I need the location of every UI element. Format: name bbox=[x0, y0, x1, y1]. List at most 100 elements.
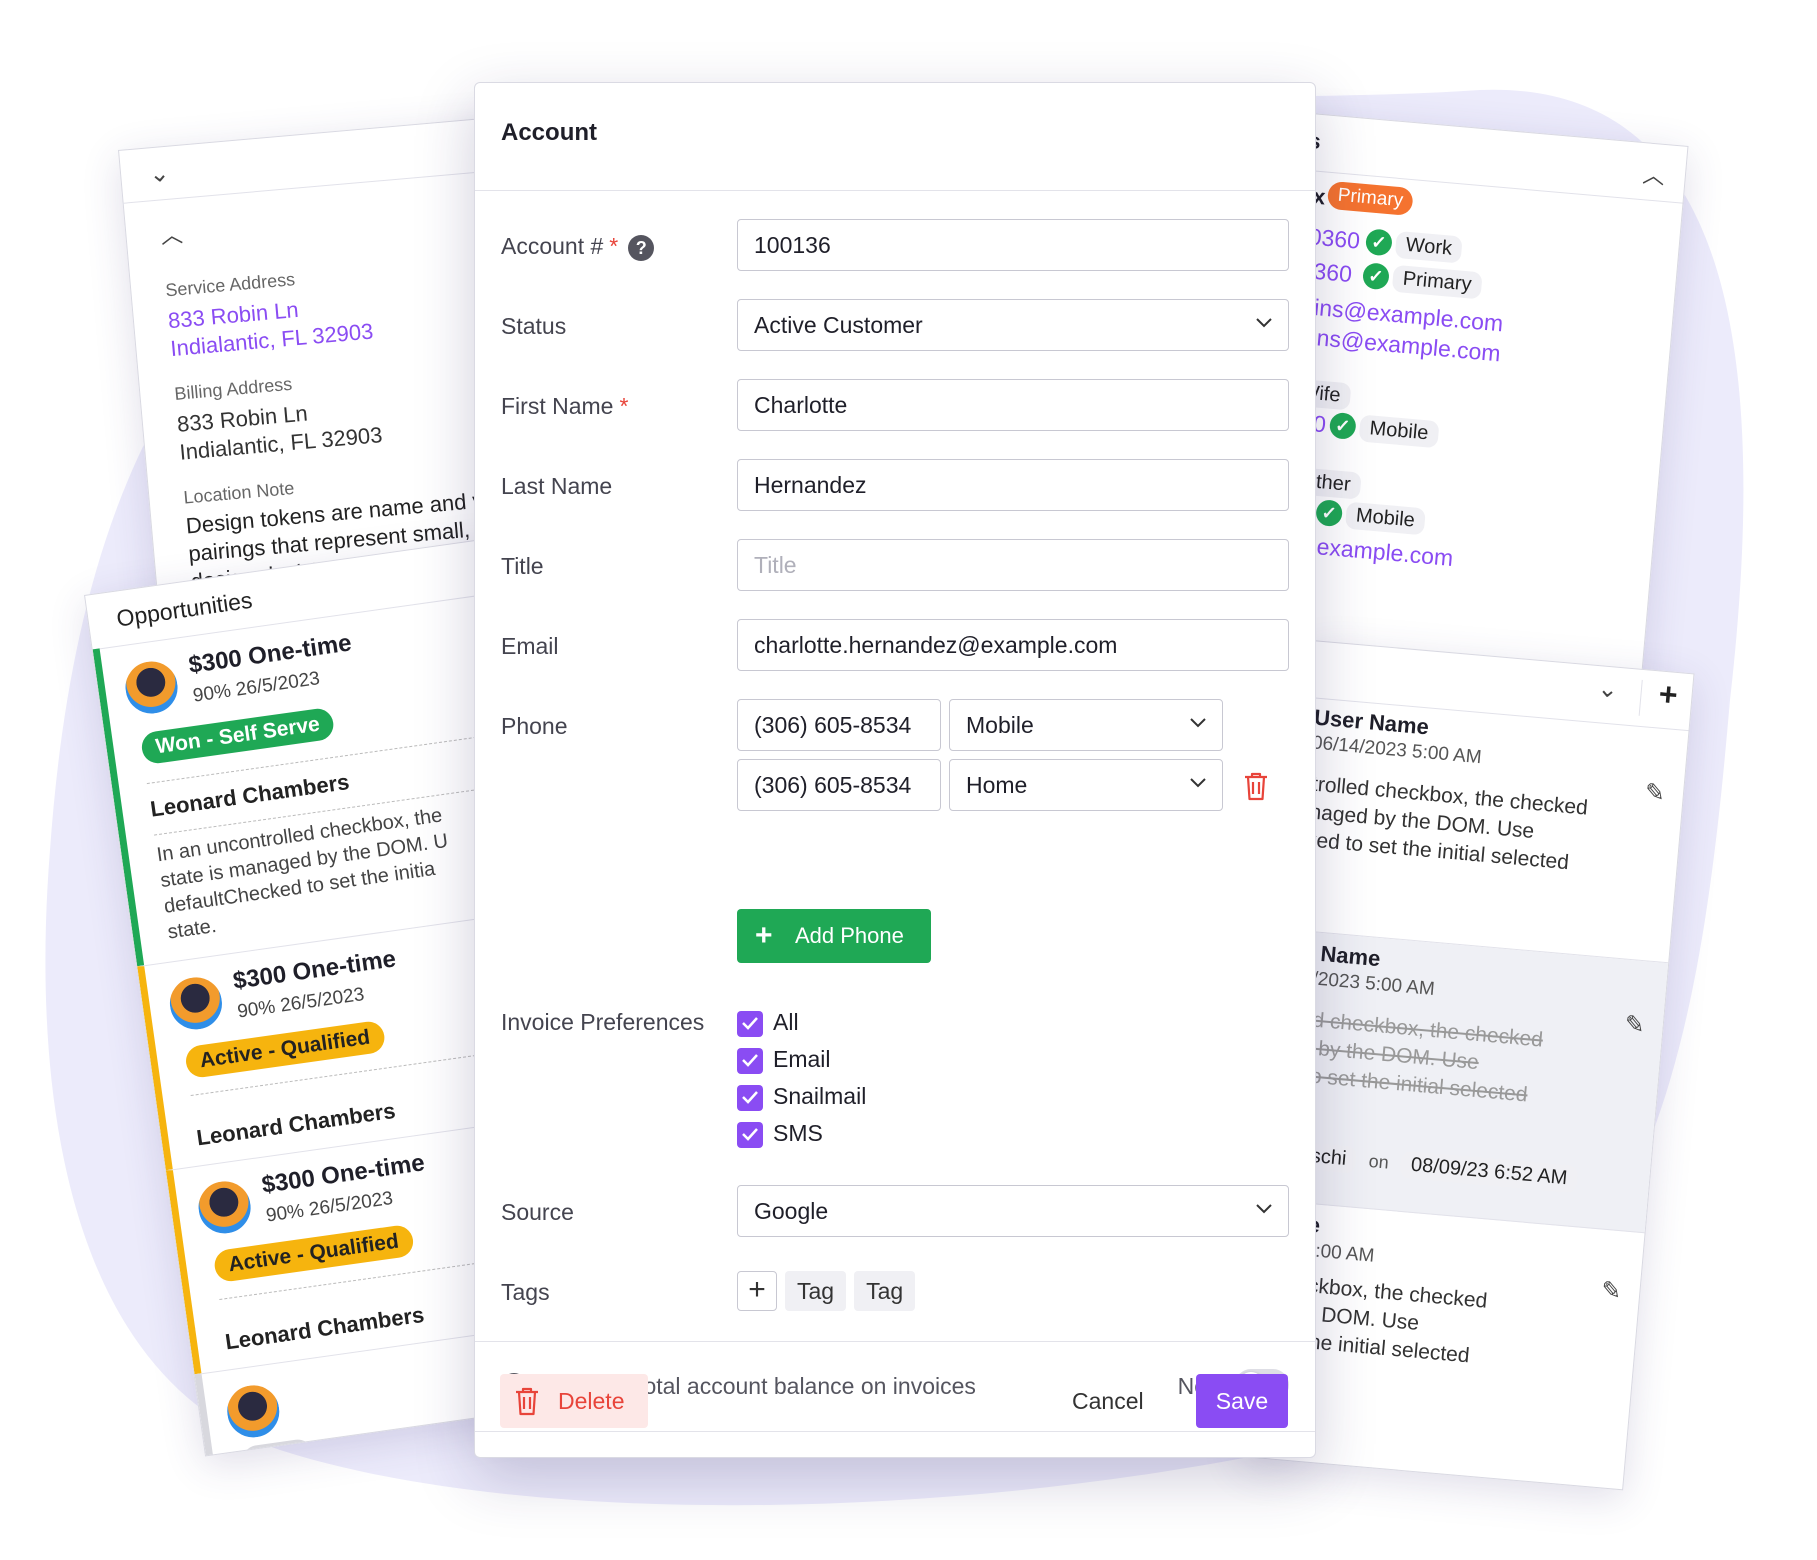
phone-number-input[interactable]: (306) 605-8534 bbox=[737, 699, 941, 751]
avatar bbox=[164, 971, 228, 1036]
tags-row: Tags + Tag Tag bbox=[501, 1265, 1289, 1319]
invoice-option-label: All bbox=[773, 1009, 799, 1035]
add-tag-button[interactable]: + bbox=[737, 1271, 777, 1311]
source-select-value: Google bbox=[754, 1198, 829, 1224]
email-input[interactable]: charlotte.hernandez@example.com bbox=[737, 619, 1289, 671]
phone-row-2: (306) 605-8534 Home bbox=[501, 759, 1289, 813]
avatar bbox=[119, 655, 184, 720]
opportunity-amount: $300 One-time bbox=[231, 945, 398, 995]
invoice-option-label: Email bbox=[773, 1046, 831, 1072]
invoice-option-label: SMS bbox=[773, 1120, 823, 1146]
location-note-label: Location Note bbox=[182, 477, 296, 508]
phone-type-chip: Mobile bbox=[1344, 501, 1426, 536]
chevron-down-icon bbox=[1256, 1186, 1272, 1214]
account-number-label: Account # bbox=[501, 233, 604, 259]
pencil-icon[interactable]: ✎ bbox=[1623, 1010, 1646, 1041]
phone-type-chip: Work bbox=[1394, 230, 1464, 264]
add-phone-label: Add Phone bbox=[795, 923, 904, 948]
tag-chip[interactable]: Tag bbox=[785, 1271, 847, 1311]
primary-badge: Primary bbox=[1326, 180, 1415, 217]
status-badge: Active - Qualified bbox=[183, 1019, 387, 1080]
add-phone-button[interactable]: + Add Phone bbox=[737, 909, 931, 963]
contact-name[interactable]: Leonard Chambers bbox=[149, 769, 351, 823]
invoice-option-sms[interactable]: SMS bbox=[737, 1120, 823, 1148]
tags-label: Tags bbox=[501, 1279, 550, 1305]
divider bbox=[475, 1431, 1315, 1432]
phone-type-select[interactable]: Home bbox=[949, 759, 1223, 811]
delete-button[interactable]: Delete bbox=[500, 1374, 648, 1428]
chevron-up-icon[interactable]: ︿ bbox=[1642, 157, 1667, 191]
phone-number-input[interactable]: (306) 605-8534 bbox=[737, 759, 941, 811]
chevron-up-icon[interactable]: ︿ bbox=[159, 217, 184, 251]
cancel-button[interactable]: Cancel bbox=[1072, 1388, 1144, 1415]
phone-type-select[interactable]: Mobile bbox=[949, 699, 1223, 751]
tag-chip[interactable]: Tag bbox=[854, 1271, 916, 1311]
pencil-icon[interactable]: ✎ bbox=[1600, 1276, 1623, 1307]
status-select[interactable]: Active Customer bbox=[737, 299, 1289, 351]
save-button[interactable]: Save bbox=[1196, 1374, 1288, 1428]
chevron-down-icon bbox=[1190, 700, 1206, 728]
check-circle-icon: ✓ bbox=[1361, 262, 1391, 291]
last-name-row: Last Name Hernandez bbox=[501, 459, 1289, 513]
phone-label: Phone bbox=[501, 713, 568, 739]
phone-type-value: Home bbox=[966, 772, 1028, 798]
check-circle-icon: ✓ bbox=[1315, 498, 1344, 528]
status-select-value: Active Customer bbox=[754, 312, 923, 338]
title-input[interactable]: Title bbox=[737, 539, 1289, 591]
phone-type-chip: Mobile bbox=[1358, 414, 1440, 449]
checkbox-checked-icon[interactable] bbox=[737, 1084, 763, 1111]
chevron-down-icon[interactable]: ⌄ bbox=[148, 159, 171, 190]
add-note-icon[interactable]: + bbox=[1657, 676, 1679, 714]
first-name-row: First Name * Charlotte bbox=[501, 379, 1289, 433]
help-icon[interactable]: ? bbox=[628, 234, 655, 261]
opportunity-amount: $300 One-time bbox=[186, 629, 354, 679]
email-row: Email charlotte.hernandez@example.com bbox=[501, 619, 1289, 673]
checkbox-checked-icon[interactable] bbox=[737, 1010, 763, 1037]
checkbox-checked-icon[interactable] bbox=[737, 1121, 763, 1148]
title-row: Title Title bbox=[501, 539, 1289, 593]
chevron-down-icon[interactable]: ⌄ bbox=[1596, 674, 1619, 705]
delete-label: Delete bbox=[558, 1388, 625, 1414]
modal-title: Account bbox=[475, 83, 1315, 191]
source-label: Source bbox=[501, 1199, 574, 1225]
opportunity-amount: $300 One-time bbox=[260, 1149, 427, 1199]
trash-icon[interactable] bbox=[1243, 771, 1269, 806]
avatar bbox=[192, 1175, 257, 1240]
last-name-label: Last Name bbox=[501, 473, 613, 499]
plus-icon: + bbox=[755, 919, 773, 952]
phone-row: Phone (306) 605-8534 Mobile bbox=[501, 699, 1289, 753]
divider bbox=[1638, 679, 1643, 716]
invoice-option-snailmail[interactable]: Snailmail bbox=[737, 1083, 866, 1111]
account-modal: Account Account # *? 100136 Status Active… bbox=[474, 82, 1316, 1458]
source-select[interactable]: Google bbox=[737, 1185, 1289, 1237]
note-on-label: on bbox=[1367, 1150, 1390, 1173]
required-asterisk: * bbox=[609, 233, 619, 259]
source-row: Source Google bbox=[501, 1185, 1289, 1239]
divider bbox=[475, 1341, 1315, 1342]
title-label: Title bbox=[501, 553, 544, 579]
invoice-preferences-label: Invoice Preferences bbox=[501, 1009, 705, 1035]
pencil-icon[interactable]: ✎ bbox=[1644, 778, 1667, 809]
chevron-down-icon bbox=[1190, 760, 1206, 788]
avatar bbox=[221, 1379, 285, 1444]
first-name-label: First Name bbox=[501, 393, 614, 419]
last-name-input[interactable]: Hernandez bbox=[737, 459, 1289, 511]
account-number-row: Account # *? 100136 bbox=[501, 219, 1289, 273]
check-circle-icon: ✓ bbox=[1364, 228, 1394, 257]
invoice-option-email[interactable]: Email bbox=[737, 1046, 831, 1074]
status-badge: Won - Self Serve bbox=[139, 706, 336, 766]
checkbox-checked-icon[interactable] bbox=[737, 1047, 763, 1074]
required-asterisk: * bbox=[619, 393, 629, 419]
chevron-down-icon bbox=[1256, 300, 1272, 328]
trash-icon bbox=[514, 1386, 540, 1421]
invoice-option-all[interactable]: All bbox=[737, 1009, 799, 1037]
status-row: Status Active Customer bbox=[501, 299, 1289, 353]
first-name-input[interactable]: Charlotte bbox=[737, 379, 1289, 431]
opportunity-note-line: state. bbox=[166, 914, 218, 944]
note-date: 06/14/2023 5:00 AM bbox=[1311, 732, 1483, 769]
account-number-input[interactable]: 100136 bbox=[737, 219, 1289, 271]
phone-type-chip: Primary bbox=[1391, 264, 1483, 300]
invoice-option-label: Snailmail bbox=[773, 1083, 867, 1109]
status-badge: Active - Qualified bbox=[212, 1223, 415, 1284]
phone-type-value: Mobile bbox=[966, 712, 1034, 738]
